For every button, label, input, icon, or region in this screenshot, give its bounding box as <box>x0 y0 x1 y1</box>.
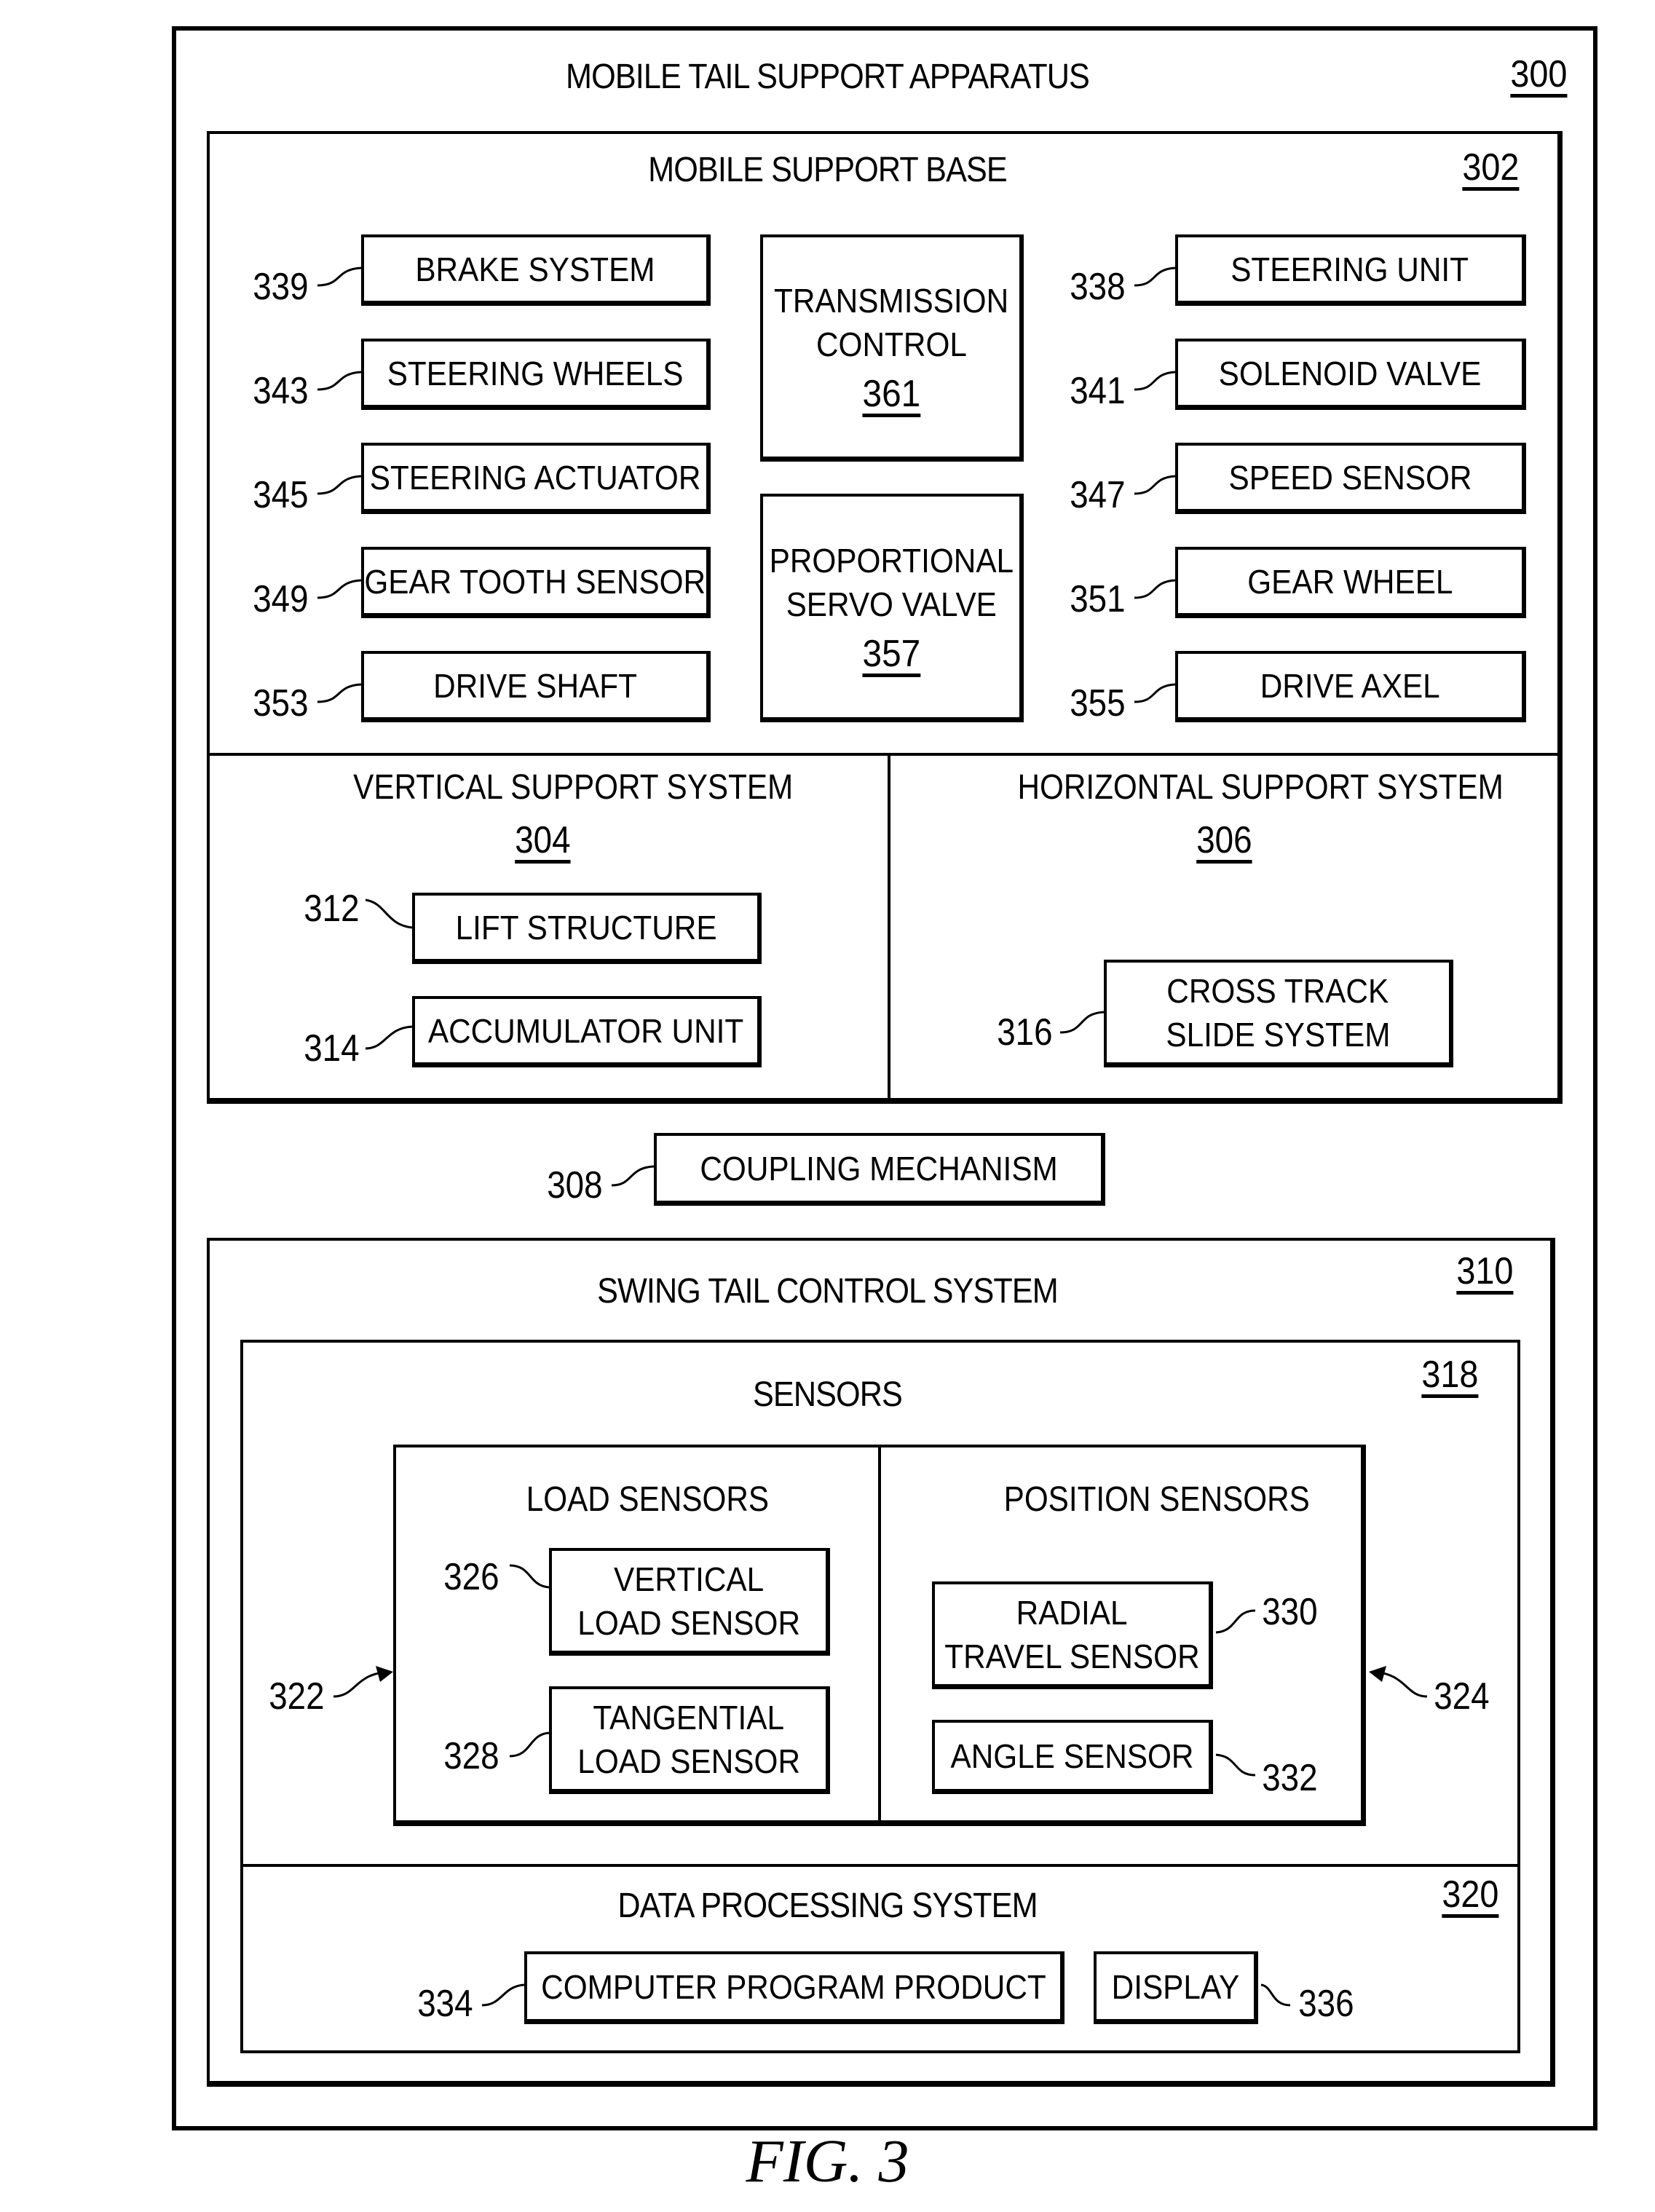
computer-program-product-block: COMPUTER PROGRAM PRODUCT <box>524 1951 1065 2024</box>
ref-332: 332 <box>1262 1757 1318 1799</box>
swing-tail-ref: 310 <box>1456 1250 1514 1292</box>
vertical-horizontal-divider <box>888 753 890 1099</box>
radial-travel-sensor-block: RADIAL TRAVEL SENSOR <box>932 1581 1213 1689</box>
ref-355: 355 <box>1070 682 1126 724</box>
horizontal-support-title: HORIZONTAL SUPPORT SYSTEM <box>1017 768 1504 807</box>
position-sensors-title: POSITION SENSORS <box>1003 1480 1310 1519</box>
ref-336: 336 <box>1298 1983 1354 2025</box>
ref-343: 343 <box>253 370 309 412</box>
gear-wheel-block: GEAR WHEEL <box>1175 547 1526 618</box>
figure-caption: FIG. 3 <box>746 2128 909 2195</box>
vertical-support-title: VERTICAL SUPPORT SYSTEM <box>353 768 794 807</box>
dps-ref: 320 <box>1442 1873 1499 1916</box>
load-position-divider <box>878 1445 881 1822</box>
vertical-support-ref: 304 <box>515 819 571 861</box>
brake-system-block: BRAKE SYSTEM <box>361 234 711 306</box>
ref-345: 345 <box>253 474 309 516</box>
horizontal-support-ref: 306 <box>1196 819 1252 861</box>
ref-326: 326 <box>443 1556 499 1598</box>
apparatus-title: MOBILE TAIL SUPPORT APPARATUS <box>566 58 1090 96</box>
vertical-load-sensor-block: VERTICAL LOAD SENSOR <box>549 1548 830 1656</box>
apparatus-ref: 300 <box>1510 53 1568 95</box>
gear-tooth-sensor-block: GEAR TOOTH SENSOR <box>361 547 711 618</box>
load-sensors-title: LOAD SENSORS <box>526 1480 770 1519</box>
ref-330: 330 <box>1262 1591 1318 1633</box>
coupling-mechanism-block: COUPLING MECHANISM <box>654 1133 1105 1206</box>
sensors-dps-divider <box>240 1864 1520 1867</box>
drive-axel-block: DRIVE AXEL <box>1175 651 1526 722</box>
mobile-support-base-ref: 302 <box>1462 146 1520 189</box>
ref-316: 316 <box>997 1011 1053 1054</box>
support-systems-divider <box>207 753 1563 756</box>
ref-349: 349 <box>253 578 309 620</box>
cross-track-slide-system-block: CROSS TRACK SLIDE SYSTEM <box>1104 960 1453 1067</box>
ref-328: 328 <box>443 1735 499 1777</box>
transmission-control-block: TRANSMISSION CONTROL 361 <box>760 234 1024 462</box>
display-block: DISPLAY <box>1094 1951 1258 2024</box>
ref-308: 308 <box>547 1164 603 1206</box>
angle-sensor-block: ANGLE SENSOR <box>932 1720 1213 1794</box>
ref-324: 324 <box>1434 1675 1490 1718</box>
ref-357: 357 <box>862 632 920 675</box>
tangential-load-sensor-block: TANGENTIAL LOAD SENSOR <box>549 1686 830 1794</box>
ref-347: 347 <box>1070 474 1126 516</box>
steering-actuator-block: STEERING ACTUATOR <box>361 443 711 514</box>
accumulator-unit-block: ACCUMULATOR UNIT <box>412 996 762 1067</box>
ref-361: 361 <box>862 372 920 415</box>
ref-351: 351 <box>1070 578 1126 620</box>
ref-334: 334 <box>417 1983 473 2025</box>
mobile-support-base-title: MOBILE SUPPORT BASE <box>648 151 1008 189</box>
ref-314: 314 <box>304 1027 360 1070</box>
lift-structure-block: LIFT STRUCTURE <box>412 893 762 964</box>
drive-shaft-block: DRIVE SHAFT <box>361 651 711 722</box>
ref-312: 312 <box>304 888 360 930</box>
sensors-ref: 318 <box>1421 1354 1479 1396</box>
sensors-title: SENSORS <box>753 1375 903 1414</box>
ref-338: 338 <box>1070 266 1126 308</box>
proportional-servo-valve-block: PROPORTIONAL SERVO VALVE 357 <box>760 494 1024 722</box>
steering-unit-block: STEERING UNIT <box>1175 234 1526 306</box>
ref-322: 322 <box>269 1675 325 1718</box>
dps-title: DATA PROCESSING SYSTEM <box>617 1887 1038 1925</box>
speed-sensor-block: SPEED SENSOR <box>1175 443 1526 514</box>
ref-341: 341 <box>1070 370 1126 412</box>
ref-339: 339 <box>253 266 309 308</box>
ref-353: 353 <box>253 682 309 724</box>
solenoid-valve-block: SOLENOID VALVE <box>1175 339 1526 410</box>
steering-wheels-block: STEERING WHEELS <box>361 339 711 410</box>
swing-tail-title: SWING TAIL CONTROL SYSTEM <box>597 1272 1059 1311</box>
